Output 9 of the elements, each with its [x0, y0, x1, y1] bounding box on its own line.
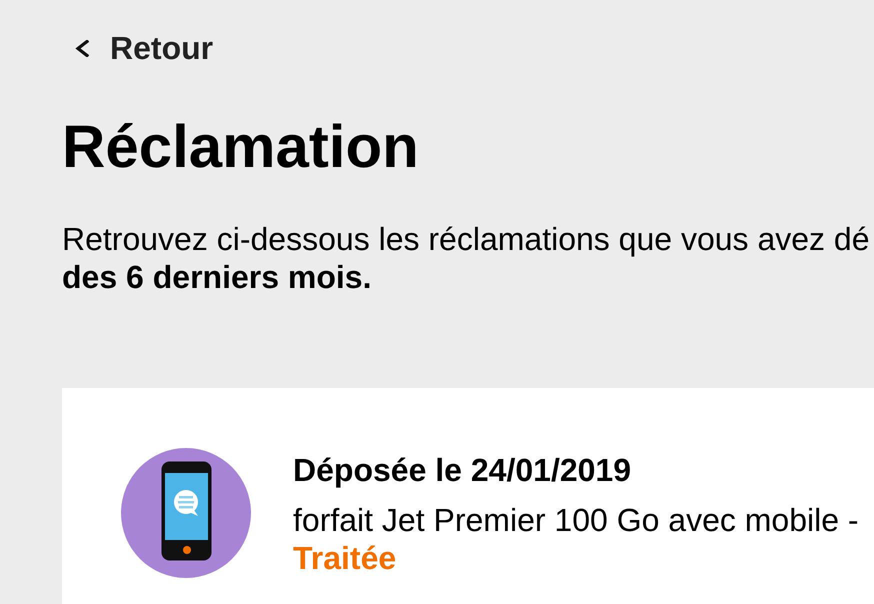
- claim-status: Traitée: [293, 539, 396, 578]
- page-title: Réclamation: [62, 112, 419, 182]
- claim-date: Déposée le 24/01/2019: [293, 450, 632, 490]
- claim-description: forfait Jet Premier 100 Go avec mobile -: [293, 500, 859, 540]
- back-link[interactable]: Retour: [75, 29, 214, 68]
- intro-paragraph: Retrouvez ci-dessous les réclamations que vous avez dé des 6 derniers mois.: [62, 220, 870, 296]
- chevron-left-icon: [75, 40, 89, 57]
- claim-card[interactable]: Déposée le 24/01/2019 forfait Jet Premier 100 Go avec mobile - Traitée: [62, 388, 874, 604]
- phone-chat-icon: [121, 448, 251, 578]
